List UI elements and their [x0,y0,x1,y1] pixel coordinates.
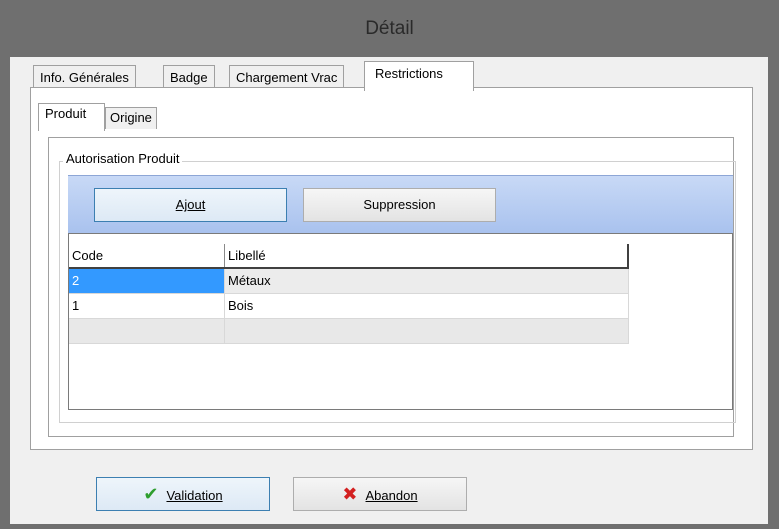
grid-header-row: Code Libellé [69,244,629,269]
table-row[interactable]: 1 Bois [69,294,629,319]
detail-window: Détail Info. Générales Badge Chargement … [0,0,779,529]
table-row[interactable]: 2 Métaux [69,269,629,294]
suppression-button[interactable]: Suppression [303,188,496,222]
cell-libelle-empty[interactable] [225,319,629,343]
suppression-button-label: Suppression [363,197,436,212]
subtab-origine[interactable]: Origine [105,107,157,129]
dialog-button-bar: ✔ Validation ✖ Abandon [10,457,768,524]
ajout-button-label: Ajout [175,197,206,212]
title-bar[interactable]: Détail [0,0,779,56]
validation-button[interactable]: ✔ Validation [96,477,270,511]
subtab-produit[interactable]: Produit [38,103,105,131]
grid-table: Code Libellé 2 Métaux 1 Bois [69,244,629,344]
window-title: Détail [365,18,414,39]
cell-code-empty[interactable] [69,319,225,343]
tab-restrictions[interactable]: Restrictions [364,61,474,91]
column-header-code[interactable]: Code [69,244,225,267]
check-icon: ✔ [143,484,159,504]
cell-code[interactable]: 2 [69,269,225,293]
ajout-button[interactable]: Ajout [94,188,287,222]
product-grid[interactable]: Code Libellé 2 Métaux 1 Bois [68,233,733,410]
x-icon: ✖ [342,484,358,504]
cell-libelle[interactable]: Bois [225,294,629,318]
cell-code[interactable]: 1 [69,294,225,318]
abandon-button-label: Abandon [365,488,418,503]
abandon-button[interactable]: ✖ Abandon [293,477,467,511]
new-row-placeholder[interactable] [69,319,629,344]
group-title: Autorisation Produit [63,151,183,166]
cell-libelle[interactable]: Métaux [225,269,629,293]
window-client-area: Info. Générales Badge Chargement Vrac Re… [10,57,768,524]
column-header-libelle[interactable]: Libellé [225,244,629,267]
validation-button-label: Validation [166,488,223,503]
product-toolbar: Ajout Suppression [68,175,733,233]
